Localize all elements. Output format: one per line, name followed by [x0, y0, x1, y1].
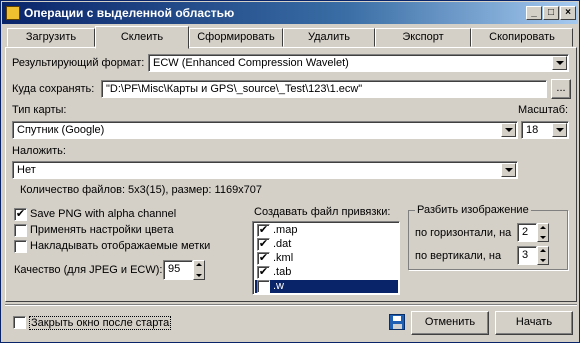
georef-item-label: .kml [273, 252, 294, 264]
dialog-window: Операции с выделенной областью _ □ × Заг… [0, 0, 580, 343]
chevron-down-icon[interactable] [501, 163, 516, 177]
quality-input[interactable]: 95 [163, 260, 193, 280]
close-after-start-label[interactable]: Закрыть окно после старта [29, 316, 172, 330]
split-horizontal-label: по горизонтали, на [415, 227, 512, 239]
scale-value: 18 [526, 124, 539, 136]
minimize-button[interactable]: _ [526, 6, 542, 20]
tab-load[interactable]: Загрузить [7, 28, 95, 47]
quality-stepper[interactable] [193, 260, 205, 280]
tab-strip: Загрузить Склеить Сформировать Удалить Э… [5, 26, 577, 49]
split-horizontal-input[interactable]: 2 [517, 223, 537, 242]
format-label: Результирующий формат: [12, 57, 145, 69]
list-item[interactable]: ✔ .tab [255, 266, 398, 279]
titlebar: Операции с выделенной областью _ □ × [2, 2, 578, 24]
browse-button[interactable]: ... [551, 79, 571, 99]
list-item[interactable]: ✔ .w [255, 280, 398, 293]
arrow-down-icon[interactable] [540, 259, 546, 262]
save-png-alpha-checkbox[interactable]: ✔ [14, 208, 27, 221]
list-item[interactable]: ✔ .map [255, 224, 398, 237]
save-path-input[interactable]: "D:\PF\Misc\Карты и GPS\_source\_Test\12… [101, 80, 547, 98]
georef-list[interactable]: ✔ .map ✔ .dat ✔ .kml ✔ .tab ✔ .w [252, 221, 400, 295]
app-icon [6, 6, 20, 20]
save-path-value: "D:\PF\Misc\Карты и GPS\_source\_Test\12… [106, 83, 363, 95]
save-path-label: Куда сохранять: [12, 83, 95, 95]
arrow-up-icon[interactable] [540, 249, 546, 252]
format-select[interactable]: ECW (Enhanced Compression Wavelet) [148, 54, 569, 72]
georef-title: Создавать файл привязки: [254, 206, 391, 218]
maximize-button[interactable]: □ [543, 6, 559, 20]
scale-label: Масштаб: [518, 104, 569, 116]
split-vertical-value: 3 [522, 249, 529, 261]
split-horizontal-stepper[interactable] [537, 223, 549, 242]
list-item[interactable]: ✔ .dat [255, 238, 398, 251]
georef-item-label: .w [273, 280, 284, 292]
georef-item-label: .dat [273, 238, 292, 250]
quality-value: 95 [168, 263, 181, 275]
arrow-up-icon[interactable] [196, 263, 202, 266]
apply-color-checkbox[interactable] [14, 224, 27, 237]
chevron-down-icon[interactable] [552, 123, 567, 137]
map-type-select[interactable]: Спутник (Google) [12, 121, 518, 139]
split-group: Разбить изображение по горизонтали, на 2… [408, 204, 568, 270]
close-button[interactable]: × [560, 6, 576, 20]
format-value: ECW (Enhanced Compression Wavelet) [153, 57, 349, 69]
split-horizontal-value: 2 [522, 226, 529, 238]
overlay-select[interactable]: Нет [12, 161, 518, 179]
split-vertical-label: по вертикали, на [415, 250, 502, 262]
georef-item-label: .map [273, 224, 298, 236]
overlay-label: Наложить: [12, 145, 66, 157]
overlay-marks-checkbox[interactable] [14, 240, 27, 253]
file-info: Количество файлов: 5x3(15), размер: 1169… [20, 184, 263, 196]
tab-copy[interactable]: Скопировать [471, 28, 573, 47]
map-type-label: Тип карты: [12, 104, 67, 116]
overlay-value: Нет [17, 164, 36, 176]
list-item[interactable]: ✔ .kml [255, 252, 398, 265]
georef-kml-checkbox[interactable]: ✔ [257, 252, 270, 265]
georef-dat-checkbox[interactable]: ✔ [257, 238, 270, 251]
georef-item-label: .tab [273, 266, 292, 278]
footer-divider [5, 304, 577, 306]
split-title: Разбить изображение [415, 204, 531, 216]
tab-generate[interactable]: Сформировать [189, 28, 283, 47]
tab-export[interactable]: Экспорт [375, 28, 471, 47]
map-type-value: Спутник (Google) [17, 124, 105, 136]
close-after-start-checkbox[interactable] [13, 316, 26, 329]
window-title: Операции с выделенной областью [24, 6, 235, 20]
tab-delete[interactable]: Удалить [283, 28, 375, 47]
cancel-button[interactable]: Отменить [411, 311, 489, 335]
apply-color-label[interactable]: Применять настройки цвета [30, 224, 174, 236]
georef-map-checkbox[interactable]: ✔ [257, 224, 270, 237]
floppy-disk-icon[interactable] [389, 314, 405, 330]
arrow-down-icon[interactable] [196, 274, 202, 277]
split-vertical-input[interactable]: 3 [517, 246, 537, 265]
overlay-marks-label[interactable]: Накладывать отображаемые метки [30, 240, 210, 252]
georef-w-checkbox[interactable]: ✔ [257, 280, 270, 293]
chevron-down-icon[interactable] [501, 123, 516, 137]
chevron-down-icon[interactable] [552, 56, 567, 70]
quality-label: Качество (для JPEG и ECW): [14, 264, 163, 276]
start-button[interactable]: Начать [495, 311, 573, 335]
georef-tab-checkbox[interactable]: ✔ [257, 266, 270, 279]
scale-select[interactable]: 18 [521, 121, 569, 139]
arrow-down-icon[interactable] [540, 236, 546, 239]
save-png-alpha-label[interactable]: Save PNG with alpha channel [30, 208, 176, 220]
merge-panel: Результирующий формат: ECW (Enhanced Com… [5, 47, 577, 302]
split-vertical-stepper[interactable] [537, 246, 549, 265]
arrow-up-icon[interactable] [540, 226, 546, 229]
tab-merge[interactable]: Склеить [95, 26, 189, 49]
